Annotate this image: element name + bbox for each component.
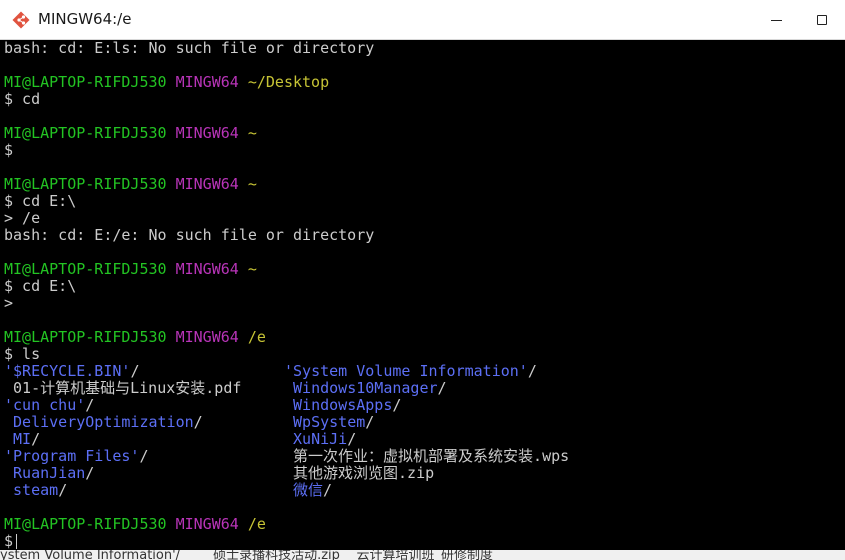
git-bash-icon [12,11,30,29]
prompt-shell: MINGW64 [175,328,239,346]
background-window-text: ystem Volume Information'/ 硕士录播科技活动.zip … [0,550,493,560]
prompt-line: MI@LAPTOP-RIFDJ530 MINGW64 /e [4,329,266,346]
ls-entry: 其他游戏浏览图.zip [284,464,435,482]
prompt-user: MI@LAPTOP-RIFDJ530 [4,515,167,533]
maximize-button[interactable] [799,0,845,40]
prompt-line: MI@LAPTOP-RIFDJ530 MINGW64 /e [4,516,266,533]
prompt-shell: MINGW64 [175,73,239,91]
ls-entry: RuanJian/ [4,464,95,482]
continuation-line: > [4,294,14,312]
ls-entry: DeliveryOptimization/ [4,413,203,431]
prompt-user: MI@LAPTOP-RIFDJ530 [4,124,167,142]
prompt-user: MI@LAPTOP-RIFDJ530 [4,328,167,346]
terminal-output[interactable]: bash: cd: E:ls: No such file or director… [0,40,845,550]
command-line: $ ls [4,345,41,363]
ls-entry: 'cun chu'/ [4,396,95,414]
ls-entry: 'System Volume Information'/ [284,362,537,380]
prompt-line: MI@LAPTOP-RIFDJ530 MINGW64 ~/Desktop [4,74,329,91]
ls-entry: 01-计算机基础与Linux安装.pdf [4,379,242,397]
terminal-line: bash: cd: E:/e: No such file or director… [4,226,375,244]
prompt-shell: MINGW64 [175,260,239,278]
ls-entry: WindowsApps/ [284,396,402,414]
prompt-shell: MINGW64 [175,175,239,193]
command-line: $ [4,141,14,159]
command-prompt: $ [4,532,14,550]
command-line: $ cd [4,90,41,108]
prompt-path: /e [247,515,266,533]
ls-entry: steam/ [4,481,68,499]
prompt-shell: MINGW64 [175,124,239,142]
title-bar: MINGW64:/e [0,0,845,40]
prompt-line: MI@LAPTOP-RIFDJ530 MINGW64 ~ [4,261,257,278]
ls-entry: XuNiJi/ [284,430,357,448]
ls-entry: '$RECYCLE.BIN'/ [4,362,140,380]
prompt-path: ~ [247,175,257,193]
window-title: MINGW64:/e [38,10,132,28]
minimize-icon [770,19,782,21]
command-line: $ cd E:\ [4,192,77,210]
prompt-line: MI@LAPTOP-RIFDJ530 MINGW64 ~ [4,125,257,142]
prompt-user: MI@LAPTOP-RIFDJ530 [4,73,167,91]
ls-entry: Windows10Manager/ [284,379,447,397]
prompt-line: MI@LAPTOP-RIFDJ530 MINGW64 ~ [4,176,257,193]
prompt-user: MI@LAPTOP-RIFDJ530 [4,175,167,193]
ls-entry: WpSystem/ [284,413,375,431]
prompt-path: ~ [247,124,257,142]
prompt-path: /e [247,328,266,346]
command-line: $ cd E:\ [4,277,77,295]
ls-entry: MI/ [4,430,41,448]
prompt-shell: MINGW64 [175,515,239,533]
ls-entry: 微信/ [284,481,333,499]
ls-entry: 第一次作业：虚拟机部署及系统安装.wps [284,447,570,465]
continuation-line: > /e [4,209,41,227]
prompt-path: ~/Desktop [247,73,330,91]
prompt-user: MI@LAPTOP-RIFDJ530 [4,260,167,278]
ls-entry: 'Program Files'/ [4,447,149,465]
minimize-button[interactable] [753,0,799,40]
prompt-path: ~ [247,260,257,278]
terminal-line: bash: cd: E:ls: No such file or director… [4,40,375,57]
background-window: ystem Volume Information'/ 硕士录播科技活动.zip … [0,550,845,560]
command-input-line[interactable]: $ [4,532,18,550]
maximize-icon [817,15,827,25]
text-cursor [16,534,18,549]
